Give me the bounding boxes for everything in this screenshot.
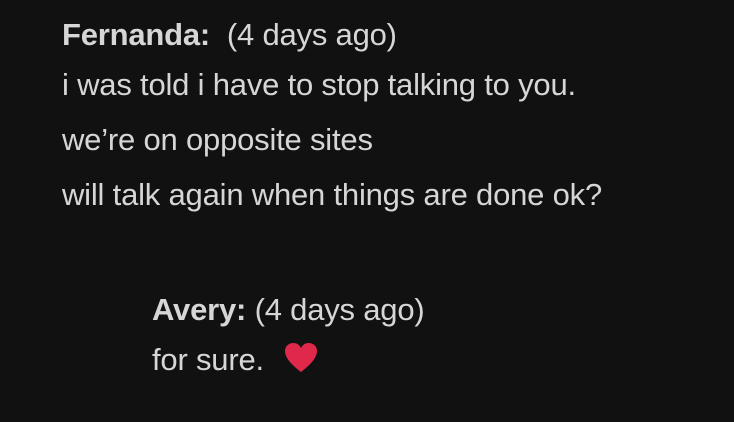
- comment-text-line: i was told i have to stop talking to you…: [62, 67, 576, 102]
- comment-avery: Avery: (4 days ago) for sure.: [152, 288, 425, 387]
- heart-icon: [284, 342, 318, 373]
- comment-header: Fernanda: (4 days ago): [62, 13, 602, 57]
- comment-timestamp: (4 days ago): [226, 17, 397, 52]
- comment-header: Avery: (4 days ago): [152, 288, 425, 332]
- comment-author: Fernanda:: [62, 17, 211, 52]
- comment-timestamp: (4 days ago): [254, 292, 425, 327]
- comment-text-line: will talk again when things are done ok?: [62, 177, 603, 212]
- comment-author: Avery:: [152, 292, 247, 327]
- comment-text: for sure.: [152, 342, 264, 377]
- comment-text-line: for sure.: [152, 332, 425, 387]
- comment-fernanda: Fernanda: (4 days ago) i was told i have…: [62, 13, 602, 222]
- comment-text-line: we’re on opposite sites: [62, 122, 373, 157]
